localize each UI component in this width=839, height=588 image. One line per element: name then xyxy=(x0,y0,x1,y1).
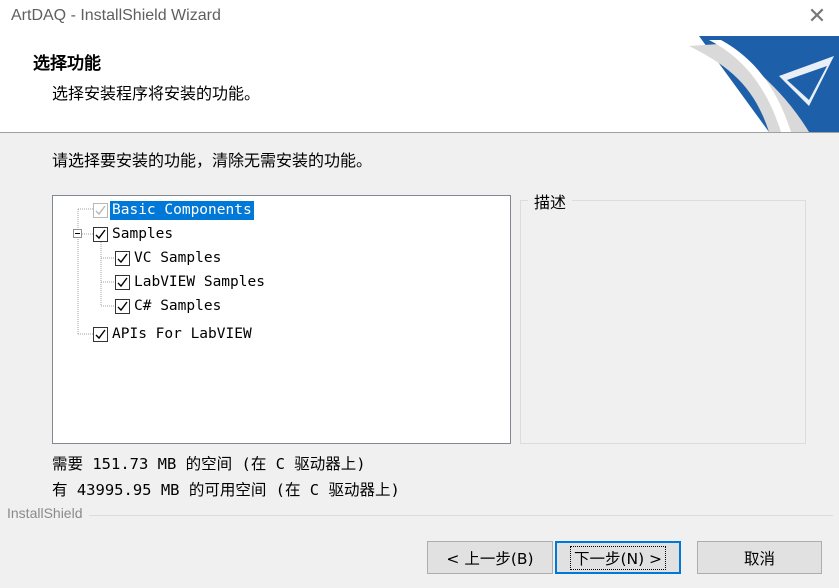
tree-item-label: Samples xyxy=(112,226,174,242)
header-subtitle: 选择安装程序将安装的功能。 xyxy=(52,84,261,103)
next-button-label: 下一步(N) > xyxy=(569,545,667,570)
tree-item-vc-samples[interactable]: VC Samples xyxy=(115,248,223,269)
window-titlebar: ArtDAQ - InstallShield Wizard ✕ xyxy=(0,0,839,36)
checkbox-icon[interactable] xyxy=(115,299,130,314)
description-legend: 描述 xyxy=(528,189,573,213)
tree-item-label: APIs For LabVIEW xyxy=(112,326,252,342)
installshield-brand-label: InstallShield xyxy=(7,505,89,521)
header-title: 选择功能 xyxy=(33,54,101,74)
wizard-header: 选择功能 选择安装程序将安装的功能。 xyxy=(0,36,839,133)
tree-item-label: C# Samples xyxy=(134,298,222,314)
cancel-button-label: 取消 xyxy=(743,549,775,568)
space-required-text: 需要 151.73 MB 的空间 (在 C 驱动器上) xyxy=(52,455,366,473)
checkbox-icon[interactable] xyxy=(115,251,130,266)
back-button[interactable]: < 上一步(B) xyxy=(427,541,553,574)
tree-item-label: LabVIEW Samples xyxy=(134,274,265,290)
tree-item-label: VC Samples xyxy=(134,250,222,266)
instruction-text: 请选择要安装的功能，清除无需安装的功能。 xyxy=(52,151,373,170)
tree-item-labview-samples[interactable]: LabVIEW Samples xyxy=(115,272,267,293)
description-panel xyxy=(520,200,806,444)
next-button[interactable]: 下一步(N) > xyxy=(555,541,681,574)
feature-tree[interactable]: Basic Components Samples VC Samples LabV… xyxy=(52,195,511,444)
tree-item-apis-for-labview[interactable]: APIs For LabVIEW xyxy=(93,324,254,345)
cancel-button[interactable]: 取消 xyxy=(697,541,822,574)
checkbox-icon[interactable] xyxy=(115,275,130,290)
space-available-text: 有 43995.95 MB 的可用空间 (在 C 驱动器上) xyxy=(52,481,400,499)
back-button-label: < 上一步(B) xyxy=(446,549,534,568)
tree-item-label: Basic Components xyxy=(110,201,254,220)
checkbox-icon[interactable] xyxy=(93,227,108,242)
installshield-logo-icon xyxy=(689,36,839,132)
checkbox-icon[interactable] xyxy=(93,327,108,342)
tree-item-samples[interactable]: Samples xyxy=(93,224,175,245)
separator-line xyxy=(7,515,833,516)
tree-item-basic-components[interactable]: Basic Components xyxy=(93,200,254,221)
checkbox-icon[interactable] xyxy=(93,203,108,218)
close-icon[interactable]: ✕ xyxy=(805,4,829,30)
collapse-icon[interactable] xyxy=(73,229,82,238)
tree-item-csharp-samples[interactable]: C# Samples xyxy=(115,296,223,317)
window-title: ArtDAQ - InstallShield Wizard xyxy=(11,7,221,24)
